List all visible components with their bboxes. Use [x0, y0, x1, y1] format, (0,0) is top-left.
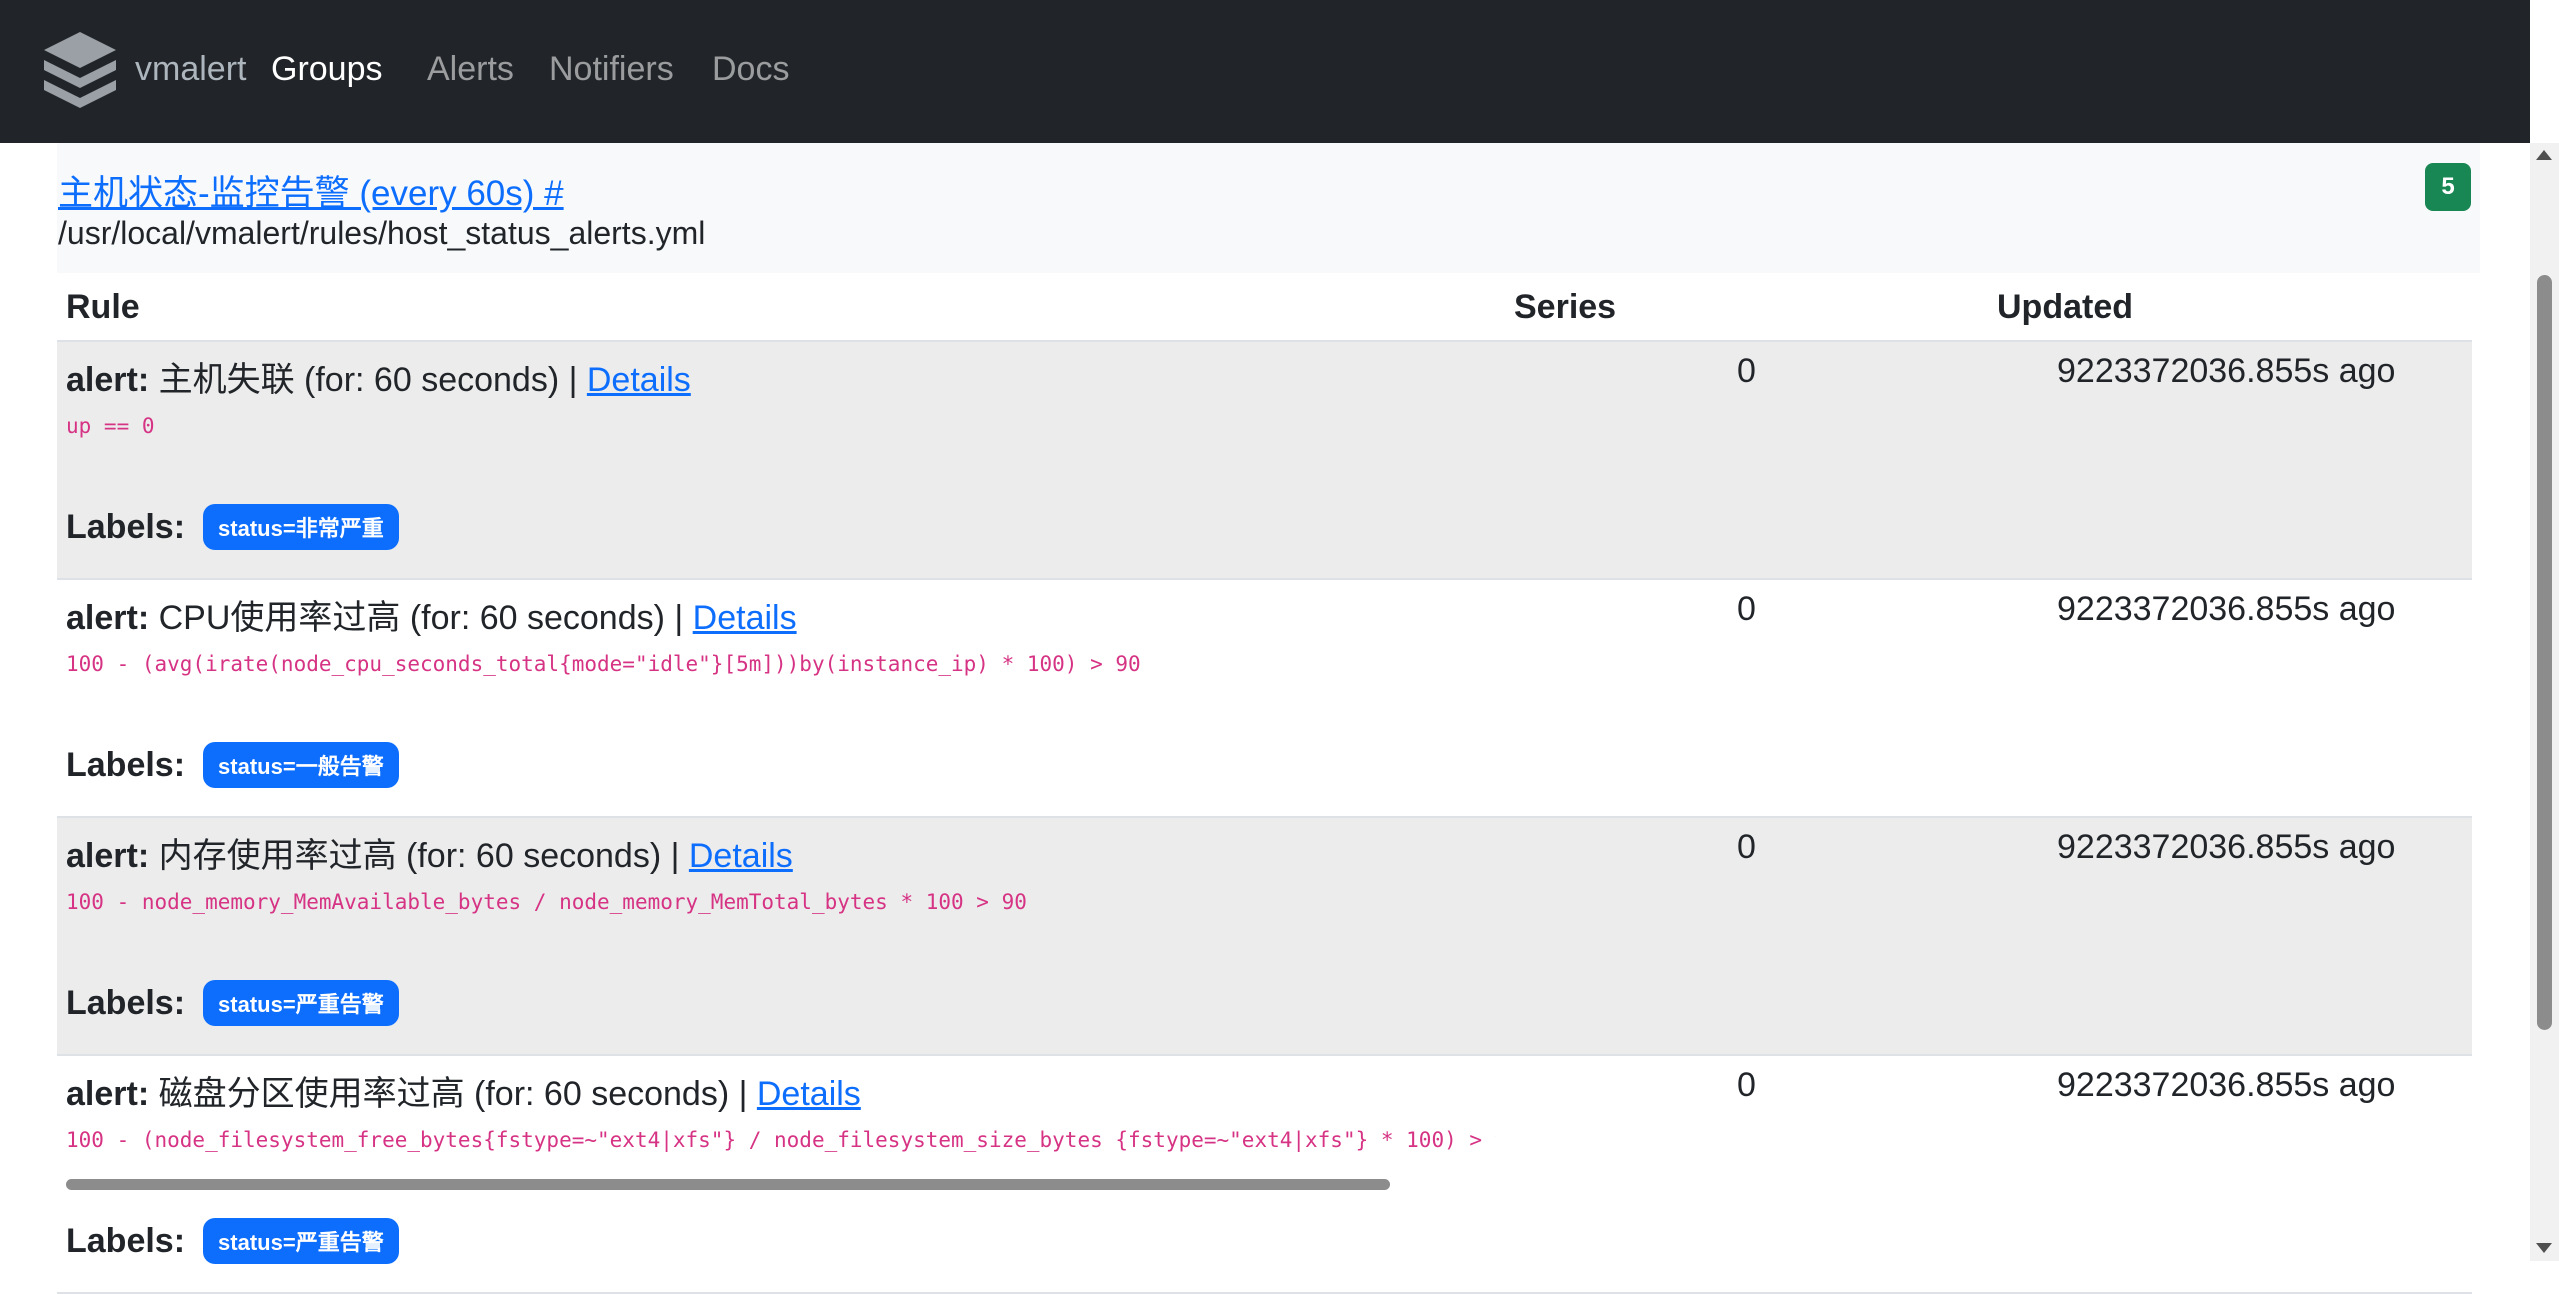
table-row: alert: CPU使用率过高 (for: 60 seconds) | Deta…	[57, 580, 2472, 818]
group-header: 主机状态-监控告警 (every 60s) # /usr/local/vmale…	[57, 143, 2480, 273]
rules-table: Rule Series Updated	[57, 276, 2472, 342]
navbar: vmalert Groups Alerts Notifiers Docs	[0, 0, 2530, 143]
alert-name: 磁盘分区使用率过高 (for: 60 seconds) |	[149, 1075, 757, 1113]
alert-prefix: alert:	[66, 837, 150, 875]
label-badge: status=一般告警	[203, 742, 399, 788]
labels-line: Labels: status=一般告警	[66, 742, 399, 788]
nav-link-notifiers[interactable]: Notifiers	[549, 50, 674, 89]
vertical-scrollbar-thumb[interactable]	[2537, 275, 2552, 1030]
alert-name: CPU使用率过高 (for: 60 seconds) |	[149, 599, 693, 637]
details-link[interactable]: Details	[689, 837, 793, 875]
rule-title: alert: 主机失联 (for: 60 seconds) | Details	[66, 352, 691, 401]
alert-prefix: alert:	[66, 599, 150, 637]
updated-time: 9223372036.855s ago	[2057, 590, 2396, 628]
group-title-link[interactable]: 主机状态-监控告警 (every 60s) #	[58, 165, 564, 216]
labels-heading: Labels:	[66, 983, 186, 1022]
labels-line: Labels: status=非常严重	[66, 504, 399, 550]
rule-expression: 100 - node_memory_MemAvailable_bytes / n…	[66, 890, 1027, 914]
table-row: alert: 磁盘分区使用率过高 (for: 60 seconds) | Det…	[57, 1056, 2472, 1294]
expression-container[interactable]: 100 - (node_filesystem_free_bytes{fstype…	[66, 1128, 1496, 1176]
rule-title: alert: CPU使用率过高 (for: 60 seconds) | Deta…	[66, 590, 797, 639]
column-header-updated: Updated	[1997, 288, 2133, 326]
scroll-up-arrow-icon[interactable]	[2536, 150, 2552, 160]
scroll-down-arrow-icon[interactable]	[2536, 1243, 2552, 1253]
expression-container: 100 - (avg(irate(node_cpu_seconds_total{…	[66, 652, 1496, 700]
expression-container: up == 0	[66, 414, 1496, 462]
labels-heading: Labels:	[66, 745, 186, 784]
alert-prefix: alert:	[66, 1075, 150, 1113]
details-link[interactable]: Details	[693, 599, 797, 637]
series-count: 0	[1737, 590, 1756, 628]
labels-heading: Labels:	[66, 1221, 186, 1260]
alert-name: 内存使用率过高 (for: 60 seconds) |	[149, 837, 689, 875]
label-badge: status=严重告警	[203, 1218, 399, 1264]
alert-name: 主机失联 (for: 60 seconds) |	[149, 361, 587, 399]
group-file-path: /usr/local/vmalert/rules/host_status_ale…	[58, 215, 706, 251]
brand-name[interactable]: vmalert	[135, 50, 246, 89]
labels-line: Labels: status=严重告警	[66, 1218, 399, 1264]
alert-prefix: alert:	[66, 361, 150, 399]
updated-time: 9223372036.855s ago	[2057, 352, 2396, 390]
series-count: 0	[1737, 352, 1756, 390]
table-header: Rule Series Updated	[57, 276, 2472, 342]
nav-link-docs[interactable]: Docs	[712, 50, 789, 89]
label-badge: status=严重告警	[203, 980, 399, 1026]
labels-heading: Labels:	[66, 507, 186, 546]
series-count: 0	[1737, 828, 1756, 866]
details-link[interactable]: Details	[587, 361, 691, 399]
expression-container: 100 - node_memory_MemAvailable_bytes / n…	[66, 890, 1496, 938]
label-badge: status=非常严重	[203, 504, 399, 550]
table-row: alert: 内存使用率过高 (for: 60 seconds) | Detai…	[57, 818, 2472, 1056]
table-row: alert: 主机失联 (for: 60 seconds) | Details …	[57, 342, 2472, 580]
nav-link-alerts[interactable]: Alerts	[427, 50, 514, 89]
rule-expression: 100 - (node_filesystem_free_bytes{fstype…	[66, 1128, 1496, 1152]
column-header-rule: Rule	[66, 288, 140, 326]
rule-expression: up == 0	[66, 414, 155, 438]
rule-title: alert: 内存使用率过高 (for: 60 seconds) | Detai…	[66, 828, 793, 877]
vmalert-logo-icon[interactable]	[42, 30, 118, 114]
horizontal-scrollbar-thumb[interactable]	[66, 1179, 1390, 1190]
rule-title: alert: 磁盘分区使用率过高 (for: 60 seconds) | Det…	[66, 1066, 861, 1115]
updated-time: 9223372036.855s ago	[2057, 828, 2396, 866]
column-header-series: Series	[1514, 288, 1617, 326]
updated-time: 9223372036.855s ago	[2057, 1066, 2396, 1104]
rule-count-badge: 5	[2425, 163, 2471, 211]
labels-line: Labels: status=严重告警	[66, 980, 399, 1026]
rule-expression: 100 - (avg(irate(node_cpu_seconds_total{…	[66, 652, 1141, 676]
nav-link-groups[interactable]: Groups	[271, 50, 383, 89]
details-link[interactable]: Details	[757, 1075, 861, 1113]
series-count: 0	[1737, 1066, 1756, 1104]
